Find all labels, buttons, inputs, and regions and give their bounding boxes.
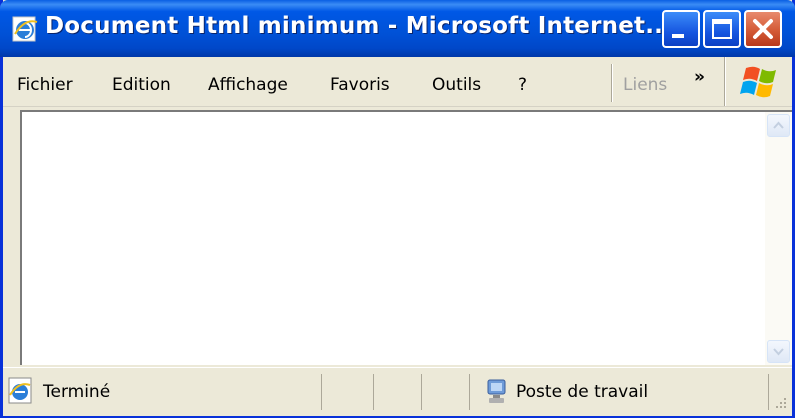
menu-favoris[interactable]: Favoris	[330, 75, 390, 95]
title-bar[interactable]: Document Html minimum - Microsoft Intern…	[0, 0, 795, 57]
scroll-up-button[interactable]	[767, 114, 790, 137]
chevron-up-icon	[773, 121, 784, 129]
menu-help[interactable]: ?	[518, 75, 527, 95]
links-toolbar-label[interactable]: Liens	[623, 75, 667, 95]
window-title: Document Html minimum - Microsoft Intern…	[45, 13, 673, 39]
minimize-button[interactable]	[662, 10, 700, 48]
menu-edition[interactable]: Edition	[112, 75, 171, 95]
status-divider	[373, 374, 374, 410]
vertical-scrollbar[interactable]	[765, 112, 792, 365]
status-divider	[421, 374, 422, 410]
computer-icon	[487, 379, 506, 403]
toolbar-separator-2	[724, 57, 726, 106]
menu-bar: Fichier Edition Affichage Favoris Outils…	[3, 57, 792, 107]
menu-affichage[interactable]: Affichage	[208, 75, 288, 95]
windows-flag-icon	[740, 66, 776, 98]
internet-explorer-page-icon	[8, 377, 32, 404]
browser-window: Document Html minimum - Microsoft Intern…	[0, 0, 795, 418]
resize-grip-icon[interactable]	[772, 396, 788, 412]
status-divider	[321, 374, 322, 410]
menu-fichier[interactable]: Fichier	[17, 75, 73, 95]
close-icon	[753, 19, 773, 39]
minimize-icon	[672, 34, 684, 38]
chevron-down-icon	[773, 348, 784, 356]
internet-explorer-icon	[12, 16, 38, 42]
close-button[interactable]	[744, 10, 782, 48]
toolbar-separator	[611, 64, 613, 102]
status-bar: Terminé Poste de travail	[3, 367, 792, 416]
scroll-down-button[interactable]	[767, 340, 790, 363]
security-zone-label: Poste de travail	[516, 382, 649, 402]
status-divider	[469, 374, 470, 410]
status-divider	[768, 374, 769, 410]
maximize-button[interactable]	[703, 10, 741, 48]
page-content-area[interactable]	[20, 110, 792, 365]
status-text: Terminé	[43, 382, 111, 402]
maximize-icon	[712, 19, 732, 39]
links-chevron-button[interactable]: »	[694, 67, 705, 87]
menu-outils[interactable]: Outils	[432, 75, 481, 95]
